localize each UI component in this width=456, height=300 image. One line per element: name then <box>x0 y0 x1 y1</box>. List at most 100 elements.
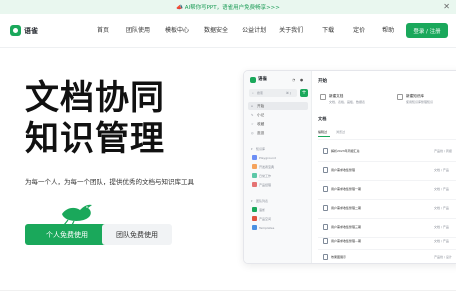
nav-item-home[interactable]: 首页 <box>97 26 109 35</box>
doc-icon <box>323 186 328 192</box>
nav-item-security[interactable]: 数据安全 <box>204 26 228 35</box>
kb-section-title[interactable]: 知识库 <box>256 146 265 152</box>
nav-item-templates[interactable]: 模板中心 <box>165 26 189 35</box>
kb-icon <box>252 173 257 178</box>
promo-banner[interactable]: 📣 AI帮你写PPT，语雀用户免费畅享>>> ✕ <box>0 0 456 14</box>
divider <box>318 180 456 181</box>
team-section-title[interactable]: 团队列表 <box>256 198 268 204</box>
team-free-button[interactable]: 团队免费使用 <box>102 224 172 245</box>
doc-icon <box>323 238 328 244</box>
create-button[interactable]: + <box>300 89 308 97</box>
bell-icon[interactable]: ◔ <box>292 77 295 83</box>
search-placeholder: 搜索 <box>257 91 264 95</box>
app-main: 开始 新建文档 文档、表格、画板、数据表 新建知识库 使用知识库整理知识 文档 … <box>312 71 456 263</box>
new-doc-desc: 文档、表格、画板、数据表 <box>329 100 366 104</box>
nav-item-pricing[interactable]: 定价 <box>353 26 365 35</box>
close-icon[interactable]: ✕ <box>443 2 450 12</box>
explore-icon: ◎ <box>251 131 254 135</box>
sidebar-item-favorites[interactable]: 收藏 <box>257 121 264 127</box>
divider <box>318 139 456 140</box>
doc-title[interactable]: 效果图展示 <box>331 254 346 260</box>
avatar[interactable]: ● <box>300 77 303 83</box>
doc-title[interactable]: 用户需求收集整理三期 <box>331 224 361 230</box>
logo[interactable]: 语雀 <box>10 25 38 36</box>
doc-title[interactable]: 用户需求收集整理二期 <box>331 205 361 211</box>
new-doc-icon <box>320 94 326 100</box>
kb-icon <box>252 164 257 169</box>
hero-title-line2: 知识管理 <box>25 119 165 159</box>
search-shortcut: ⌘ J <box>286 91 291 95</box>
divider <box>0 290 456 291</box>
top-nav: 语雀 首页 团队使用 模板中心 数据安全 公益计划 关于我们 下载 定价 帮助 … <box>0 14 456 48</box>
logo-text: 语雀 <box>24 26 38 35</box>
doc-icon <box>323 148 328 154</box>
main-heading: 开始 <box>318 79 327 84</box>
nav-item-about[interactable]: 关于我们 <box>279 26 303 35</box>
divider <box>318 199 456 200</box>
team-item[interactable]: 语雀 <box>259 207 265 213</box>
team-icon <box>252 207 257 212</box>
doc-icon <box>323 205 328 211</box>
search-icon: ⌕ <box>252 91 254 95</box>
login-button[interactable]: 登录 / 注册 <box>406 23 448 38</box>
brand-icon <box>250 77 256 83</box>
divider <box>318 218 456 219</box>
nav-item-help[interactable]: 帮助 <box>382 26 394 35</box>
nav-menu: 首页 团队使用 模板中心 数据安全 公益计划 关于我们 下载 定价 帮助 <box>97 26 411 35</box>
sidebar-item-explore[interactable]: 逛逛 <box>257 130 264 136</box>
doc-icon <box>323 167 328 173</box>
doc-title[interactable]: 用户需求收集整理一期 <box>331 186 361 192</box>
team-icon <box>252 216 257 221</box>
doc-icon <box>323 254 328 260</box>
new-kb-icon <box>397 94 403 100</box>
note-icon: ✎ <box>251 113 254 117</box>
chevron-down-icon[interactable]: ▾ <box>251 198 253 204</box>
doc-meta: 产品线 / 设计 <box>434 255 452 259</box>
team-icon <box>252 225 257 230</box>
doc-icon <box>323 224 328 230</box>
tab-indicator <box>318 136 330 137</box>
team-item[interactable]: 产品空间 <box>259 216 271 222</box>
app-sidebar: 语雀 ◔ ● ⌕ 搜索 ⌘ J + ⌂ 开始 ✎ 小记 ☆ 收藏 ◎ 逛逛 ▾ … <box>244 71 312 263</box>
doc-meta: 文档 / 产品 <box>434 168 449 172</box>
doc-title[interactable]: 用户需求收集整理—期 <box>331 238 361 244</box>
kb-icon <box>252 155 257 160</box>
star-icon: ☆ <box>251 122 254 126</box>
banner-text[interactable]: 📣 AI帮你写PPT，语雀用户免费畅享>>> <box>176 3 280 11</box>
doc-title[interactable]: 解析2023年周报汇总 <box>331 148 360 154</box>
divider <box>318 249 456 250</box>
doc-title[interactable]: 用户需求收集整理 <box>331 167 355 173</box>
docs-heading: 文档 <box>318 116 327 121</box>
home-icon: ⌂ <box>251 104 253 108</box>
doc-meta: 文档 / 产品 <box>434 187 449 191</box>
divider <box>318 161 456 162</box>
doc-meta: 文档 / 产品 <box>434 225 449 229</box>
logo-icon <box>10 25 21 36</box>
kb-item[interactable]: 日常工作 <box>259 173 271 179</box>
page: 📣 AI帮你写PPT，语雀用户免费畅享>>> ✕ 语雀 首页 团队使用 模板中心… <box>0 0 456 300</box>
kb-item[interactable]: Playground <box>259 155 276 161</box>
nav-item-download[interactable]: 下载 <box>322 26 334 35</box>
nav-item-team[interactable]: 团队使用 <box>126 26 150 35</box>
new-kb-desc: 使用知识库整理知识 <box>406 100 434 104</box>
hero-title-line1: 文档协同 <box>25 78 165 118</box>
bird-mascot-icon <box>62 204 92 226</box>
chevron-down-icon[interactable]: ▾ <box>251 146 253 152</box>
team-item[interactable]: Templates <box>259 225 274 231</box>
doc-meta: 文档 / 产品 <box>434 206 449 210</box>
kb-icon <box>252 182 257 187</box>
kb-item[interactable]: 开发者宝典 <box>259 164 274 170</box>
sidebar-item-notes[interactable]: 小记 <box>257 112 264 118</box>
nav-item-charity[interactable]: 公益计划 <box>242 26 266 35</box>
sidebar-brand: 语雀 <box>258 77 267 82</box>
doc-meta: 文档 / 产品 <box>434 239 449 243</box>
tab-viewed[interactable]: 浏览过 <box>336 129 345 135</box>
hero-subtitle: 为每一个人，为每一个团队，提供优秀的文档与知识库工具 <box>25 178 194 186</box>
kb-item[interactable]: 产品经理 <box>259 182 271 188</box>
personal-free-button[interactable]: 个人免费使用 <box>25 224 109 245</box>
hero-title: 文档协同 知识管理 <box>25 78 165 160</box>
doc-meta: 产品线 / 周报 <box>434 149 452 153</box>
tab-edited[interactable]: 编辑过 <box>318 129 327 135</box>
sidebar-item-start[interactable]: 开始 <box>257 103 264 109</box>
app-preview: 语雀 ◔ ● ⌕ 搜索 ⌘ J + ⌂ 开始 ✎ 小记 ☆ 收藏 ◎ 逛逛 ▾ … <box>243 70 456 264</box>
